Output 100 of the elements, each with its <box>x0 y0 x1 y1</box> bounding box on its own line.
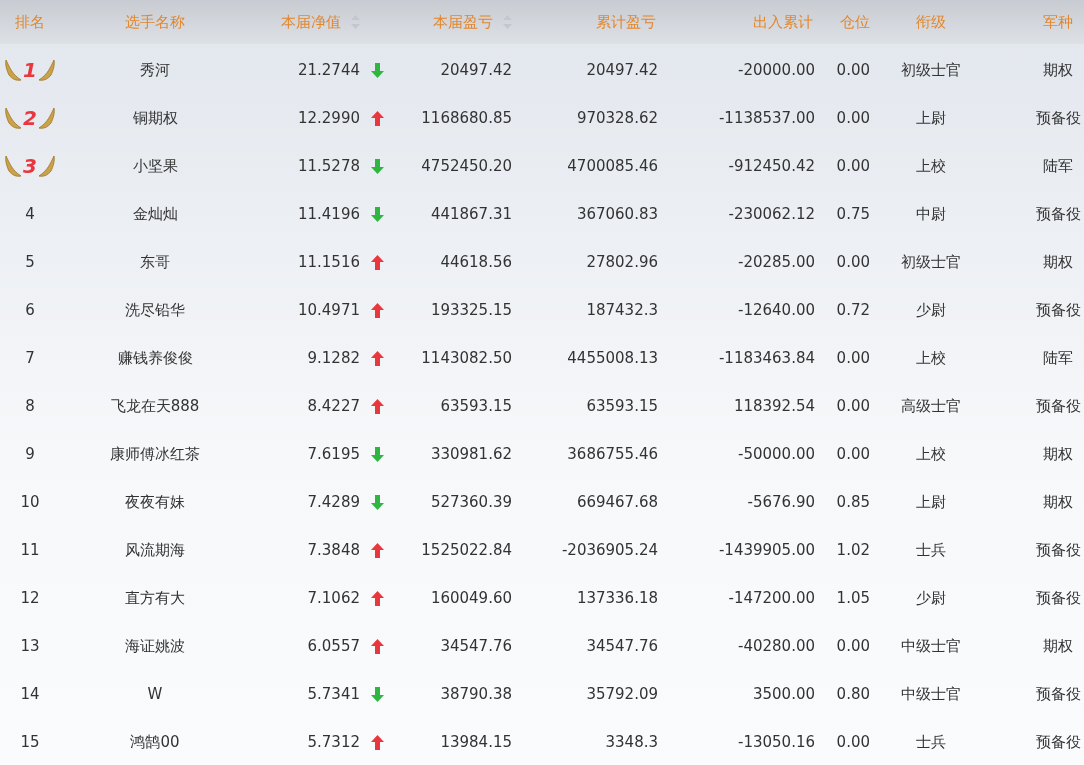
table-cell: 士兵 <box>916 732 946 752</box>
column-header: 选手名称 <box>125 12 185 32</box>
column-header: 累计盈亏 <box>596 12 656 32</box>
table-cell: 0.00 <box>836 253 870 271</box>
wing-icon <box>4 58 23 82</box>
table-cell: 海证姚波 <box>125 636 185 656</box>
table-cell: 1.05 <box>836 589 870 607</box>
table-cell: 上校 <box>916 156 946 176</box>
table-cell: 21.2744 <box>297 61 360 79</box>
rank-number: 14 <box>20 685 40 703</box>
table-cell: 初级士官 <box>901 252 961 272</box>
table-cell: 63593.15 <box>586 397 658 415</box>
wing-icon <box>4 154 23 178</box>
table-cell: 187432.3 <box>586 301 658 319</box>
table-cell: 35792.09 <box>586 685 658 703</box>
table-cell: 0.00 <box>836 733 870 751</box>
table-cell: 上校 <box>916 444 946 464</box>
table-cell: 东哥 <box>140 252 170 272</box>
table-cell: 上校 <box>916 348 946 368</box>
table-cell: 0.00 <box>836 349 870 367</box>
rank-number: 10 <box>20 493 40 511</box>
wing-icon <box>37 58 56 82</box>
table-cell: 中尉 <box>916 204 946 224</box>
table-cell: 669467.68 <box>576 493 658 511</box>
table-cell: 1525022.84 <box>421 541 512 559</box>
table-cell: 118392.54 <box>733 397 815 415</box>
table-cell: 风流期海 <box>125 540 185 560</box>
table-cell: 预备役 <box>1035 684 1081 704</box>
column-header: 排名 <box>15 12 45 32</box>
rank-number: 9 <box>25 445 35 463</box>
table-cell: 13984.15 <box>440 733 512 751</box>
rank-number: 6 <box>25 301 35 319</box>
table-cell: 8.4227 <box>307 397 360 415</box>
table-cell: 11.5278 <box>297 157 360 175</box>
table-cell: 0.00 <box>836 109 870 127</box>
table-cell: 1143082.50 <box>421 349 512 367</box>
wing-icon <box>37 106 56 130</box>
rank-number: 8 <box>25 397 35 415</box>
table-cell: 少尉 <box>916 588 946 608</box>
table-cell: 洗尽铅华 <box>125 300 185 320</box>
table-cell: 193325.15 <box>430 301 512 319</box>
table-cell: 5.7312 <box>307 733 360 751</box>
table-cell: 4700085.46 <box>567 157 658 175</box>
rank-number: 15 <box>20 733 40 751</box>
table-cell: 20497.42 <box>586 61 658 79</box>
column-header[interactable]: 本届净值 <box>281 12 341 32</box>
table-cell: 63593.15 <box>440 397 512 415</box>
table-cell: 0.00 <box>836 157 870 175</box>
table-cell: -1439905.00 <box>718 541 815 559</box>
table-cell: 137336.18 <box>576 589 658 607</box>
table-cell: 预备役 <box>1035 396 1081 416</box>
table-cell: 飞龙在天888 <box>110 396 200 416</box>
column-header[interactable]: 本届盈亏 <box>433 12 493 32</box>
table-cell: -20285.00 <box>738 253 815 271</box>
table-cell: -230062.12 <box>728 205 815 223</box>
table-cell: 金灿灿 <box>132 204 178 224</box>
table-cell: 0.72 <box>836 301 870 319</box>
table-cell: 5.7341 <box>307 685 360 703</box>
table-cell: 期权 <box>1043 492 1073 512</box>
table-cell: 夜夜有妹 <box>125 492 185 512</box>
table-cell: 7.6195 <box>307 445 360 463</box>
table-cell: 铜期权 <box>132 108 178 128</box>
table-cell: 0.00 <box>836 61 870 79</box>
table-cell: 初级士官 <box>901 60 961 80</box>
table-cell: 44618.56 <box>440 253 512 271</box>
table-cell: 期权 <box>1043 60 1073 80</box>
rank-number: 2 <box>22 106 38 130</box>
table-cell: 预备役 <box>1035 108 1081 128</box>
table-cell: 11.1516 <box>297 253 360 271</box>
table-cell: 高级士官 <box>901 396 961 416</box>
table-cell: -13050.16 <box>738 733 815 751</box>
wing-icon <box>37 154 56 178</box>
table-cell: 陆军 <box>1043 156 1073 176</box>
column-header: 仓位 <box>840 12 870 32</box>
rank-number: 7 <box>25 349 35 367</box>
table-cell: 上尉 <box>916 108 946 128</box>
table-cell: 期权 <box>1043 252 1073 272</box>
table-cell: -147200.00 <box>728 589 815 607</box>
table-cell: 38790.38 <box>440 685 512 703</box>
table-cell: -2036905.24 <box>561 541 658 559</box>
table-cell: 士兵 <box>916 540 946 560</box>
table-cell: -40280.00 <box>738 637 815 655</box>
table-cell: 0.00 <box>836 397 870 415</box>
table-cell: -912450.42 <box>728 157 815 175</box>
table-cell: 预备役 <box>1035 588 1081 608</box>
table-cell: 赚钱养俊俊 <box>117 348 193 368</box>
table-cell: -12640.00 <box>738 301 815 319</box>
table-cell: 7.1062 <box>307 589 360 607</box>
rank-number: 11 <box>20 541 40 559</box>
rank-number: 4 <box>25 205 35 223</box>
table-cell: 期权 <box>1043 444 1073 464</box>
rank-number: 13 <box>20 637 40 655</box>
table-cell: 上尉 <box>916 492 946 512</box>
table-cell: -1138537.00 <box>718 109 815 127</box>
table-cell: 4752450.20 <box>421 157 512 175</box>
table-cell: 小坚果 <box>132 156 178 176</box>
table-cell: -20000.00 <box>738 61 815 79</box>
table-cell: 11.4196 <box>297 205 360 223</box>
table-cell: W <box>147 685 163 703</box>
rank-number: 1 <box>22 58 38 82</box>
